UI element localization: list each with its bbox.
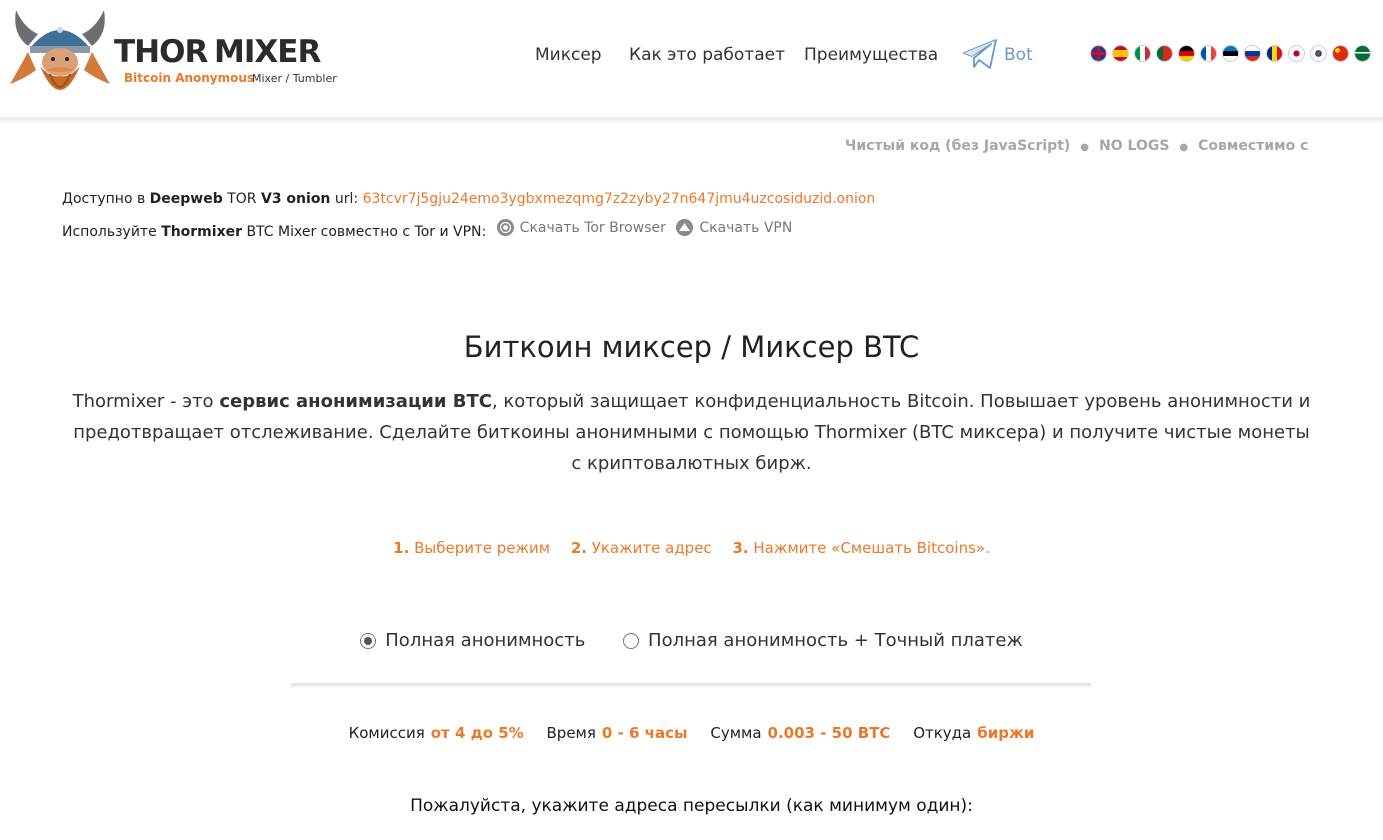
separator-dot: ●	[1080, 142, 1090, 153]
step-text: Выберите режим	[414, 539, 551, 557]
stat-label: Время	[546, 724, 596, 742]
stat-value: от 4 до 5%	[430, 724, 524, 742]
feature-item: Совместимо с BECH	[1198, 138, 1313, 154]
download-tor-link[interactable]: Скачать Tor Browser	[496, 219, 666, 236]
flag-ro-icon[interactable]	[1266, 45, 1283, 62]
step-item: 1. Выберите режим	[393, 539, 550, 557]
nav-mixer-link[interactable]: Миксер	[535, 45, 602, 65]
step-number: 2.	[570, 539, 587, 557]
stat-value: биржи	[977, 724, 1035, 742]
nav-advantages-link[interactable]: Преимущества	[804, 45, 938, 65]
flag-de-icon[interactable]	[1178, 45, 1195, 62]
description-text: Thormixer - это	[72, 391, 214, 412]
nav-bot-label: Bot	[1004, 45, 1033, 65]
separator-dot: ●	[1179, 142, 1189, 153]
stat-time: Время 0 - 6 часы	[547, 724, 688, 742]
mode-full-anonymity-radio[interactable]	[360, 632, 377, 649]
download-vpn-label: Скачать VPN	[699, 219, 793, 236]
feature-item: Чистый код (без JavaScript)	[845, 138, 1071, 154]
description-bold: сервис анонимизации BTC	[219, 391, 492, 412]
download-tor-label: Скачать Tor Browser	[519, 219, 666, 236]
mode-label: Полная анонимность	[385, 630, 586, 651]
flag-sa-icon[interactable]	[1354, 45, 1371, 62]
vpn-icon	[676, 219, 694, 236]
mode-selector: Полная анонимность Полная анонимность + …	[0, 630, 1383, 654]
flag-kr-icon[interactable]	[1310, 45, 1327, 62]
flag-ee-icon[interactable]	[1222, 45, 1239, 62]
flag-cn-icon[interactable]	[1332, 45, 1349, 62]
flag-pt-icon[interactable]	[1156, 45, 1173, 62]
flag-fr-icon[interactable]	[1200, 45, 1217, 62]
stat-source: Откуда биржи	[913, 724, 1034, 742]
onion-address-link[interactable]: 63tcvr7j5gju24emo3ygbxmezqmg7z2zyby27n64…	[363, 191, 876, 207]
info-v3-onion: V3 onion	[260, 191, 331, 207]
logo-subtagline: Mixer / Tumbler	[252, 72, 337, 85]
page-title: Биткоин миксер / Миксер BTC	[463, 330, 920, 364]
step-number: 1.	[393, 539, 410, 557]
mixer-stats: Комиссия от 4 до 5% Время 0 - 6 часы Сумма…	[0, 724, 1383, 742]
feature-strip: Чистый код (без JavaScript) ● NO LOGS ● Совм…	[845, 138, 1313, 158]
flag-it-icon[interactable]	[1134, 45, 1151, 62]
logo-text-mixer: MIXER	[214, 34, 321, 70]
address-prompt: Пожалуйста, укажите адреса пересылки (ка…	[410, 796, 973, 816]
stat-label: Откуда	[913, 724, 972, 742]
info-text: Доступно в	[62, 191, 146, 207]
stat-value: 0 - 6 часы	[601, 724, 688, 742]
site-header: THOR MIXER Bitcoin Anonymous Mixer / Tum…	[0, 0, 1383, 120]
step-item: 2. Укажите адрес	[571, 539, 712, 557]
step-number: 3.	[732, 539, 749, 557]
step-text: Нажмите «Смешать Bitcoins».	[753, 539, 990, 557]
stat-label: Сумма	[710, 724, 762, 742]
telegram-icon	[963, 39, 997, 69]
info-deepweb: Deepweb	[149, 191, 223, 207]
service-description: Thormixer - это сервис анонимизации BTC,…	[70, 386, 1313, 479]
step-text: Укажите адрес	[591, 539, 712, 557]
flag-jp-icon[interactable]	[1288, 45, 1305, 62]
flag-es-icon[interactable]	[1112, 45, 1129, 62]
info-text: Используйте	[62, 224, 157, 240]
logo-text-thor: THOR	[114, 34, 208, 70]
step-item: 3. Нажмите «Смешать Bitcoins».	[732, 539, 989, 557]
section-divider	[291, 683, 1091, 686]
info-brand: Thormixer	[161, 224, 242, 240]
download-vpn-link[interactable]: Скачать VPN	[676, 219, 792, 236]
info-tor: TOR	[227, 191, 257, 207]
nav-how-it-works-link[interactable]: Как это работает	[629, 45, 785, 65]
info-text: BTC Mixer совместно с Tor и VPN:	[246, 224, 487, 240]
mode-exact-payment-radio[interactable]	[623, 632, 640, 649]
tor-vpn-info-line: Используйте Thormixer BTC Mixer совместн…	[62, 219, 792, 240]
info-url-label: url:	[334, 191, 359, 207]
stat-label: Комиссия	[348, 724, 425, 742]
tor-onion-icon	[496, 219, 514, 236]
logo-tagline: Bitcoin Anonymous	[124, 71, 255, 85]
feature-item: NO LOGS	[1099, 138, 1170, 154]
mode-full-anonymity-option[interactable]: Полная анонимность	[360, 630, 585, 651]
stat-value: 0.003 - 50 BTC	[767, 724, 891, 742]
viking-mascot-logo[interactable]	[6, 4, 114, 104]
stat-amount: Сумма 0.003 - 50 BTC	[710, 724, 890, 742]
steps-list: 1. Выберите режим 2. Укажите адрес 3. На…	[0, 539, 1383, 557]
stat-commission: Комиссия от 4 до 5%	[349, 724, 524, 742]
flag-en-icon[interactable]	[1090, 45, 1107, 62]
mode-exact-payment-option[interactable]: Полная анонимность + Точный платеж	[623, 630, 1023, 651]
onion-info-line: Доступно в Deepweb TOR V3 onion url: 63t…	[62, 191, 875, 207]
mode-label: Полная анонимность + Точный платеж	[648, 630, 1023, 651]
flag-ru-icon[interactable]	[1244, 45, 1261, 62]
